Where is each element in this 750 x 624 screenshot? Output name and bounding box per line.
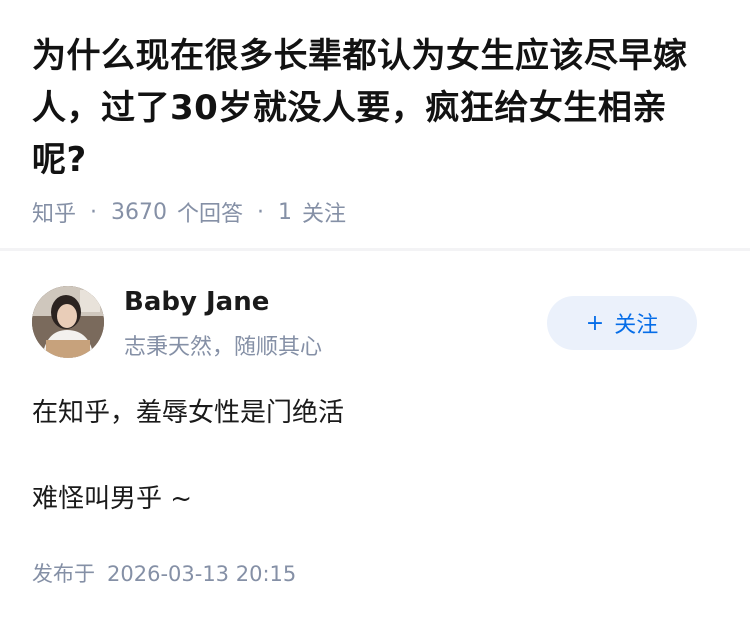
meta-separator: · <box>90 199 98 225</box>
follow-button[interactable]: + 关注 <box>547 296 697 350</box>
section-divider <box>0 248 750 251</box>
author-name[interactable]: Baby Jane <box>124 287 269 317</box>
question-meta: 知乎 · 3670 个回答 · 1 关注 <box>32 196 718 228</box>
answer-paragraph: 在知乎，羞辱女性是门绝活 <box>32 398 345 428</box>
answers-count[interactable]: 3670 <box>111 200 167 225</box>
plus-icon: + <box>585 310 605 336</box>
followers-label[interactable]: 关注 <box>302 196 346 228</box>
answer-content: 在知乎，羞辱女性是门绝活 难怪叫男乎 ~ <box>32 393 718 519</box>
author-card: Baby Jane 志秉天然，随顺其心 + 关注 <box>32 285 718 361</box>
answers-label[interactable]: 个回答 <box>177 196 243 228</box>
published-label: 发布于 <box>32 562 95 586</box>
answer-paragraph: 难怪叫男乎 ~ <box>32 484 193 514</box>
avatar-photo-icon[interactable] <box>32 286 104 358</box>
followers-count[interactable]: 1 <box>278 200 292 225</box>
question-title[interactable]: 为什么现在很多长辈都认为女生应该尽早嫁人，过了30岁就没人要，疯狂给女生相亲呢? <box>32 30 718 186</box>
follow-label: 关注 <box>614 313 659 338</box>
meta-separator: · <box>257 199 265 225</box>
source-label[interactable]: 知乎 <box>32 196 76 228</box>
author-bio: 志秉天然，随顺其心 <box>124 335 323 360</box>
publish-info: 发布于 2026-03-13 20:15 <box>32 558 296 588</box>
question-header: 为什么现在很多长辈都认为女生应该尽早嫁人，过了30岁就没人要，疯狂给女生相亲呢?… <box>0 0 750 227</box>
published-time: 2026-03-13 20:15 <box>107 562 297 586</box>
